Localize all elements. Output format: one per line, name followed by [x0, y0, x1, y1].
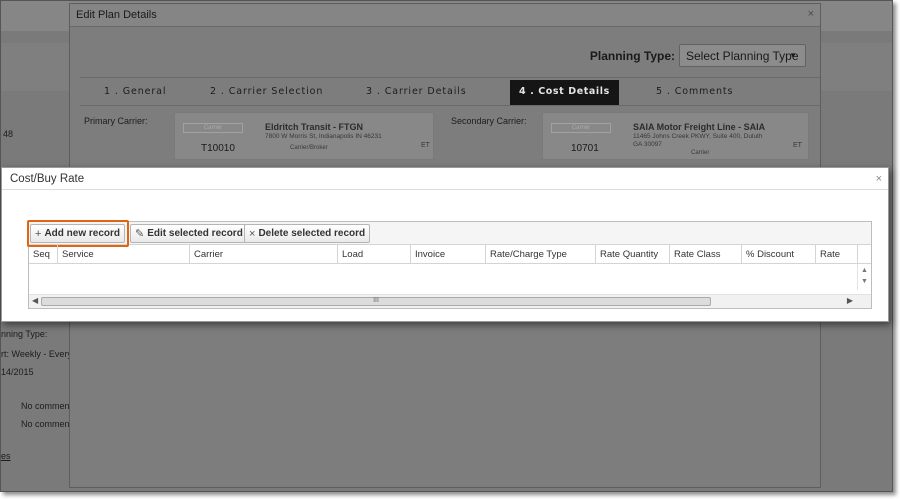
column-header-seq[interactable]: Seq [29, 245, 57, 264]
tab-carrier-details[interactable]: 3 . Carrier Details [366, 86, 467, 97]
scroll-left-icon[interactable]: ◀ [32, 296, 38, 305]
plan-dialog-title: Edit Plan Details [76, 9, 157, 21]
column-header-spacer [857, 245, 873, 264]
grid-body: ▲ ▼ [29, 264, 871, 290]
bg-fragment: 48 [3, 129, 14, 139]
edit-selected-record-button[interactable]: ✎ Edit selected record [130, 224, 248, 243]
carrier-code: T10010 [201, 143, 235, 154]
grid-header-row: Seq Service Carrier Load Invoice Rate/Ch… [29, 245, 871, 264]
primary-carrier-label: Primary Carrier: [84, 116, 148, 126]
carrier-timezone: ET [793, 142, 802, 149]
tab-cost-details[interactable]: 4 . Cost Details [510, 80, 619, 105]
column-header-invoice[interactable]: Invoice [410, 245, 485, 264]
column-header-load[interactable]: Load [337, 245, 410, 264]
scroll-up-icon[interactable]: ▲ [861, 267, 868, 274]
bg-frequency: rt: Weekly - Every [1, 349, 72, 359]
cost-rate-grid: + Add new record ✎ Edit selected record … [27, 220, 872, 309]
column-header-rate[interactable]: Rate [815, 245, 857, 264]
carrier-name: SAIA Motor Freight Line - SAIA [633, 122, 766, 132]
cost-dialog-titlebar: Cost/Buy Rate × [2, 168, 888, 190]
horizontal-scroll-thumb[interactable]: III [41, 297, 711, 306]
cost-buy-rate-dialog: Cost/Buy Rate × + Add new record ✎ Edit … [1, 167, 889, 322]
bg-date: 14/2015 [1, 367, 34, 377]
planning-type-value: Select Planning Type [686, 49, 799, 63]
scroll-right-icon[interactable]: ▶ [847, 296, 853, 305]
close-icon[interactable]: × [876, 173, 882, 185]
planning-type-field: Planning Type: Select Planning Type ▼ [590, 44, 806, 67]
chevron-down-icon: ▼ [789, 51, 797, 60]
primary-carrier-card[interactable]: Carrier T10010 Eldritch Transit - FTGN 7… [174, 112, 434, 160]
bg-comment: No comment [21, 419, 73, 429]
column-header-discount[interactable]: % Discount [741, 245, 815, 264]
carrier-tag: Carrier [551, 123, 611, 133]
edit-selected-record-label: Edit selected record [147, 228, 243, 239]
close-icon[interactable]: × [808, 8, 814, 20]
carrier-name: Eldritch Transit - FTGN [265, 122, 364, 132]
scroll-down-icon[interactable]: ▼ [861, 278, 868, 285]
horizontal-scrollbar[interactable]: ◀ III ▶ [29, 294, 871, 308]
bg-planning-type-label: nning Type: [1, 329, 48, 339]
carrier-address: 7800 W Morris St, Indianapolis IN 46231 [265, 133, 382, 140]
grid-toolbar: + Add new record ✎ Edit selected record … [27, 220, 871, 247]
carrier-address-line2: GA 30097 [633, 141, 662, 148]
pencil-icon: ✎ [135, 228, 145, 240]
column-header-carrier[interactable]: Carrier [189, 245, 337, 264]
carrier-type: Carrier [691, 150, 710, 156]
bg-link[interactable]: es [1, 451, 11, 461]
column-header-rate-quantity[interactable]: Rate Quantity [595, 245, 669, 264]
delete-selected-record-button[interactable]: × Delete selected record [244, 224, 371, 243]
cost-dialog-title: Cost/Buy Rate [10, 173, 85, 185]
vertical-scrollbar[interactable]: ▲ ▼ [857, 264, 871, 290]
tab-carrier-selection[interactable]: 2 . Carrier Selection [210, 86, 323, 97]
carrier-code: 10701 [571, 143, 599, 154]
column-header-rate-charge-type[interactable]: Rate/Charge Type [485, 245, 595, 264]
secondary-carrier-label: Secondary Carrier: [451, 116, 527, 126]
bg-comment: No comment [21, 401, 73, 411]
carrier-address: 11465 Johns Creek PKWY, Suite 400, Dulut… [633, 133, 763, 140]
wizard-steps: 1 . General 2 . Carrier Selection 3 . Ca… [80, 77, 820, 106]
carrier-tag: Carrier [183, 123, 243, 133]
carrier-timezone: ET [421, 142, 430, 149]
plan-dialog-titlebar: Edit Plan Details × [70, 4, 820, 27]
close-icon: × [249, 227, 256, 240]
planning-type-select[interactable]: Select Planning Type ▼ [679, 44, 806, 67]
carrier-type: Carrier/Broker [290, 145, 328, 151]
column-header-service[interactable]: Service [57, 245, 189, 264]
planning-type-label: Planning Type: [589, 48, 675, 63]
add-button-highlight [27, 220, 129, 247]
tab-general[interactable]: 1 . General [104, 86, 166, 97]
delete-selected-record-label: Delete selected record [258, 228, 366, 239]
tab-comments[interactable]: 5 . Comments [656, 86, 733, 97]
column-header-rate-class[interactable]: Rate Class [669, 245, 741, 264]
secondary-carrier-card[interactable]: Carrier 10701 SAIA Motor Freight Line - … [542, 112, 809, 160]
